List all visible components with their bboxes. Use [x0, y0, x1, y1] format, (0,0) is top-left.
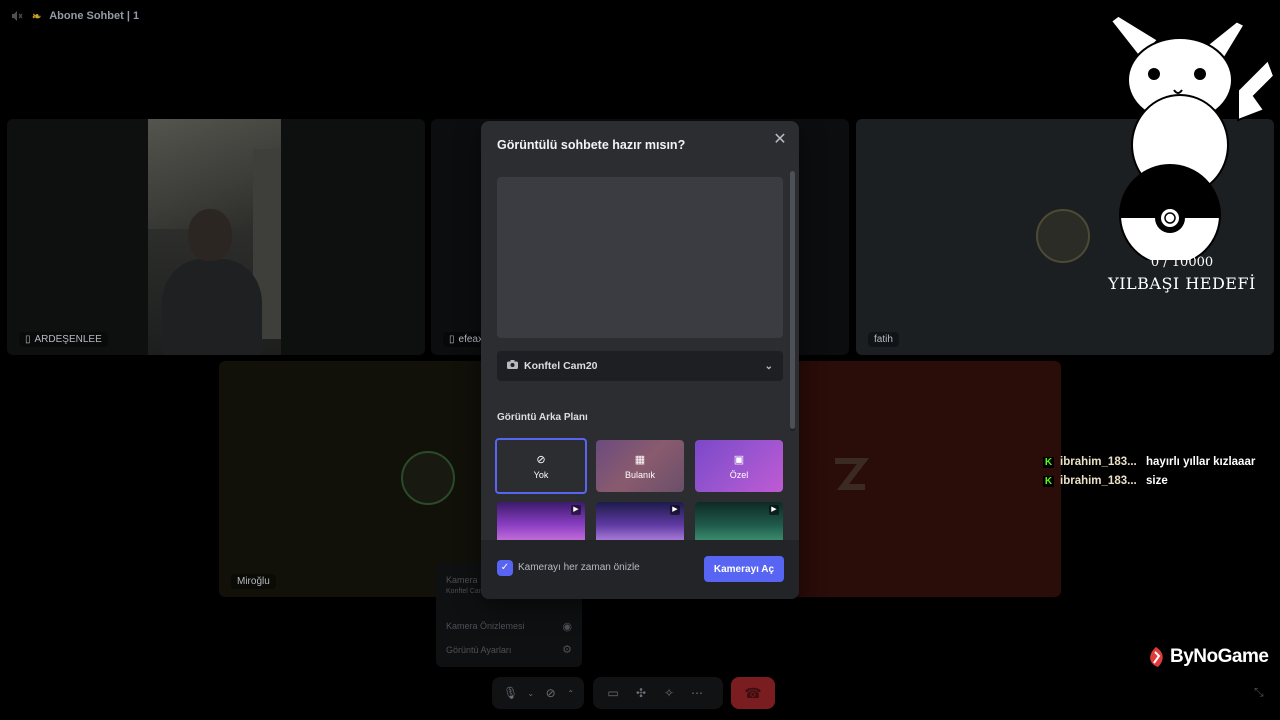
popup-item-camera-preview[interactable]: Kamera Önizlemesi	[446, 621, 525, 631]
camera-preview-modal: Görüntülü sohbete hazır mısın? ✕ Konftel…	[481, 121, 799, 599]
custom-image-icon: ▣	[733, 453, 745, 466]
modal-footer: ✓ Kamerayı her zaman önizle Kamerayı Aç	[481, 540, 799, 599]
leaf-icon: ❧	[32, 10, 42, 23]
background-thumbnail[interactable]: ▶	[695, 502, 783, 540]
bynogame-mark-icon	[1150, 647, 1163, 667]
background-thumbnail[interactable]: ▶	[497, 502, 585, 540]
chat-username: ibrahim_183...	[1060, 456, 1137, 468]
background-option-none[interactable]: ⊘ Yok	[495, 438, 587, 494]
soundboard-icon[interactable]: ✧	[657, 681, 681, 705]
fullscreen-icon[interactable]: ⤡	[1254, 685, 1264, 700]
modal-title: Görüntülü sohbete hazır mısın?	[497, 138, 686, 152]
bynogame-logo: ByNoGame	[1146, 646, 1269, 668]
camera-icon	[507, 360, 518, 372]
always-preview-label: Kamerayı her zaman önizle	[518, 562, 640, 573]
channel-name: Abone Sohbet | 1	[49, 10, 140, 22]
kick-icon: K	[1043, 475, 1054, 487]
tile-label: fatih	[868, 332, 899, 347]
blur-icon: ▦	[634, 453, 646, 466]
mobile-icon: ▯	[449, 334, 455, 345]
chat-message: K ibrahim_183... size	[1043, 475, 1168, 487]
none-icon: ⊘	[536, 453, 546, 466]
background-section-title: Görüntü Arka Planı	[497, 412, 588, 423]
avatar	[823, 447, 875, 499]
scrollbar[interactable]	[790, 171, 795, 431]
chevron-down-icon[interactable]: ⌄	[525, 681, 536, 705]
camera-off-icon[interactable]: ⊘	[540, 681, 561, 705]
speaker-muted-icon	[10, 9, 24, 23]
voice-controls: 🎙︎ ⌄ ⊘ ⌃	[492, 677, 584, 709]
play-icon: ▶	[670, 505, 680, 515]
hangup-icon: ☎	[744, 684, 762, 701]
more-icon[interactable]: ⋯	[685, 681, 709, 705]
activities-icon[interactable]: ✣	[629, 681, 653, 705]
goal-count: 0 / 10000	[1150, 255, 1214, 270]
gear-icon: ⚙	[562, 644, 572, 656]
kick-icon: K	[1043, 456, 1054, 468]
chat-text: size	[1146, 475, 1168, 487]
mobile-icon: ▯	[25, 334, 31, 345]
screen-share-icon[interactable]: ▭	[601, 681, 625, 705]
play-icon: ▶	[571, 505, 581, 515]
turn-on-camera-button[interactable]: Kamerayı Aç	[704, 556, 784, 582]
camera-preview	[497, 177, 783, 338]
chevron-up-icon[interactable]: ⌃	[565, 681, 576, 705]
webcam-feed	[148, 119, 281, 355]
avatar	[1036, 209, 1090, 263]
avatar	[401, 451, 455, 505]
popup-item-video-settings[interactable]: Görüntü Ayarları	[446, 645, 511, 655]
always-preview-checkbox[interactable]: ✓	[497, 560, 513, 576]
background-thumbnail[interactable]: ▶	[596, 502, 684, 540]
popup-item[interactable]: Kamera	[446, 575, 478, 585]
play-icon: ▶	[769, 505, 779, 515]
tile-label: Miroğlu	[231, 574, 276, 589]
tile-label: ▯ ARDEŞENLEE	[19, 332, 108, 347]
close-icon[interactable]: ✕	[771, 131, 789, 149]
chevron-down-icon: ⌄	[764, 360, 773, 372]
video-tile-ardesenlee[interactable]: ▯ ARDEŞENLEE	[7, 119, 425, 355]
chat-text: hayırlı yıllar kızlaaar	[1146, 456, 1256, 468]
chat-username: ibrahim_183...	[1060, 475, 1137, 487]
camera-select[interactable]: Konftel Cam20 ⌄	[497, 351, 783, 381]
chat-message: K ibrahim_183... hayırlı yıllar kızlaaar	[1043, 456, 1255, 468]
pikachu-pokeball-graphic	[1095, 1, 1276, 260]
background-option-blur[interactable]: ▦ Bulanık	[596, 440, 684, 492]
camera-select-value: Konftel Cam20	[524, 360, 598, 372]
activity-controls: ▭ ✣ ✧ ⋯	[593, 677, 723, 709]
goal-title: YILBAŞI HEDEFİ	[1108, 274, 1256, 293]
background-option-custom[interactable]: ▣ Özel	[695, 440, 783, 492]
eye-icon: ◉	[562, 621, 572, 633]
disconnect-button[interactable]: ☎	[731, 677, 775, 709]
microphone-icon[interactable]: 🎙︎	[500, 681, 521, 705]
